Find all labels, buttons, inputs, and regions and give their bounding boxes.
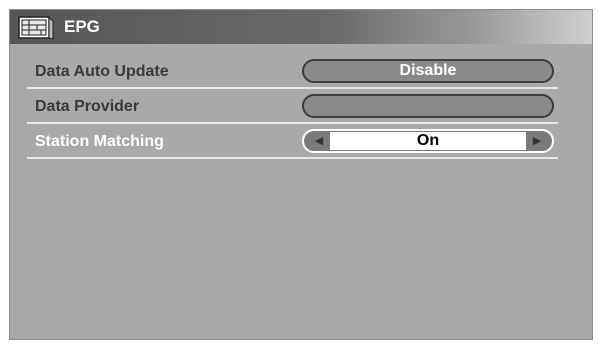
menu-item-data-auto-update[interactable]: Data Auto Update Disable	[27, 58, 558, 89]
data-auto-update-value[interactable]: Disable	[302, 59, 554, 83]
station-matching-selector[interactable]: ◀ On ▶	[302, 129, 554, 153]
left-arrow-icon[interactable]: ◀	[309, 132, 329, 150]
menu-item-label: Data Provider	[35, 98, 140, 115]
right-arrow-icon[interactable]: ▶	[527, 132, 547, 150]
menu-item-label: Station Matching	[35, 133, 164, 150]
menu-item-station-matching[interactable]: Station Matching ◀ On ▶	[27, 128, 558, 159]
menu-item-data-provider[interactable]: Data Provider	[27, 93, 558, 124]
epg-menu-panel: EPG Data Auto Update Disable Data Provid…	[9, 9, 593, 340]
menu-item-label: Data Auto Update	[35, 63, 169, 80]
program-guide-icon	[18, 15, 54, 41]
page-title: EPG	[64, 17, 100, 36]
title-bar: EPG	[10, 10, 592, 44]
data-provider-value[interactable]	[302, 94, 554, 118]
station-matching-value: On	[330, 132, 526, 150]
